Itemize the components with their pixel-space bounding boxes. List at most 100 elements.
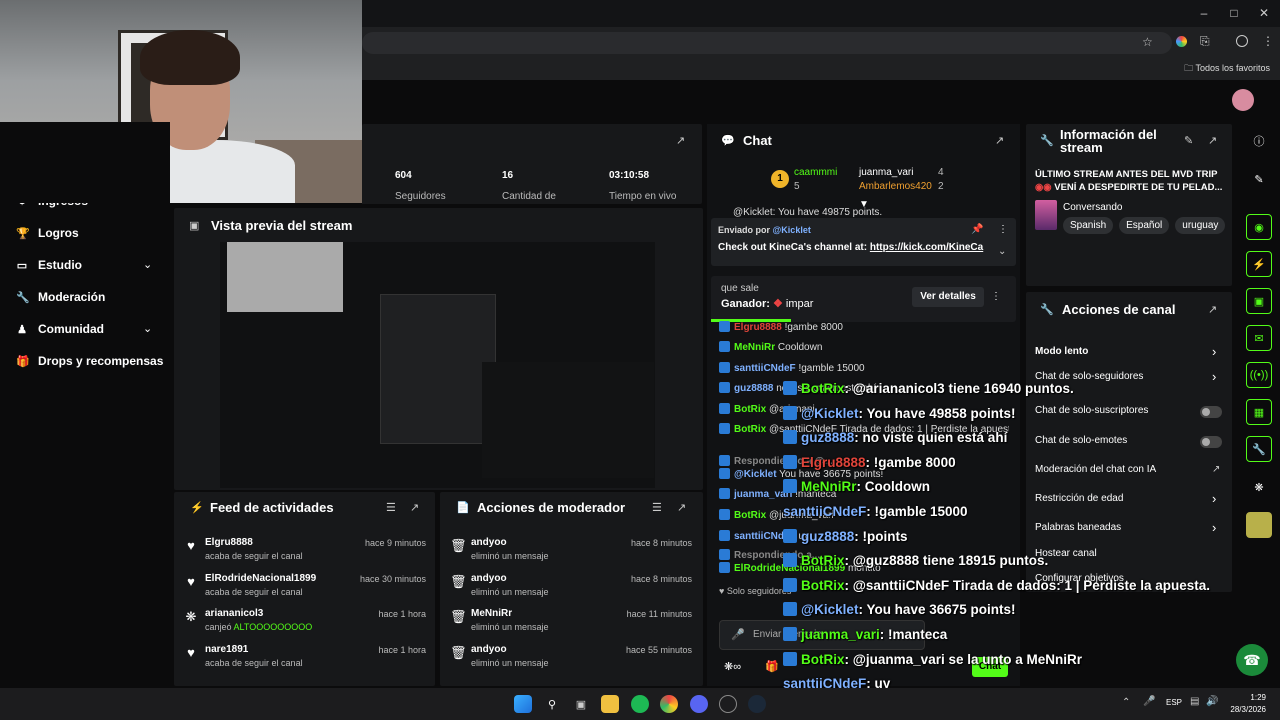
mod-row-name[interactable]: andyoo [471, 537, 507, 548]
stream-preview-video[interactable] [220, 242, 655, 488]
bookmark-folder[interactable]: 🗀 Todos los favoritos [1184, 61, 1270, 77]
chevron-down-icon[interactable]: ⌄ [143, 258, 152, 271]
file-explorer-icon[interactable] [601, 695, 619, 713]
task-view-icon[interactable]: ▣ [572, 695, 590, 713]
pin-icon[interactable]: 📌 [971, 224, 983, 235]
pinned-link[interactable]: https://kick.com/KineCa [870, 242, 983, 253]
action-item-label[interactable]: Modo lento [1035, 346, 1088, 357]
wrench-icon[interactable]: 🔧 [1246, 436, 1272, 462]
feed-row-name[interactable]: ElRodrideNacional1899 [205, 573, 316, 584]
leader-name[interactable]: juanma_vari [859, 167, 913, 178]
points-icon[interactable]: ❋∞ [724, 660, 741, 673]
expand-icon[interactable]: ↗ [995, 134, 1004, 147]
profile-icon[interactable] [1236, 35, 1248, 47]
chrome-icon[interactable] [660, 695, 678, 713]
sidebar-item-logros[interactable]: 🏆 Logros [16, 226, 79, 240]
leader-name[interactable]: caammmi [794, 167, 837, 178]
discord-icon[interactable] [690, 695, 708, 713]
address-bar[interactable] [362, 32, 1172, 54]
sidebar-item-moderacion[interactable]: 🔧 Moderación [16, 290, 105, 304]
action-item-label[interactable]: Chat de solo-emotes [1035, 435, 1127, 446]
edit-icon[interactable]: ✎ [1246, 166, 1272, 192]
chevron-up-icon[interactable]: ⌃ [1122, 697, 1130, 708]
chevron-right-icon[interactable]: › [1212, 491, 1216, 506]
tag[interactable]: uruguay [1175, 217, 1226, 234]
filter-icon[interactable]: ☰ [386, 501, 396, 514]
minimize-icon[interactable]: – [1194, 6, 1214, 20]
action-item-label[interactable]: Palabras baneadas [1035, 522, 1121, 533]
gift-icon[interactable]: 🎁 [765, 660, 779, 673]
action-item-label[interactable]: Restricción de edad [1035, 493, 1123, 504]
expand-icon[interactable]: ↗ [676, 134, 685, 147]
lightning-icon[interactable]: ⚡ [1246, 251, 1272, 277]
mod-row-name[interactable]: andyoo [471, 573, 507, 584]
chevron-right-icon[interactable]: › [1212, 369, 1216, 384]
feed-row-name[interactable]: nare1891 [205, 644, 248, 655]
kebab-menu-icon[interactable]: ⋮ [991, 291, 1001, 302]
network-icon[interactable]: ▤ [1190, 696, 1199, 707]
info-icon[interactable]: ⓘ [1246, 128, 1272, 154]
feed-row-name[interactable]: Elgru8888 [205, 537, 253, 548]
avatar[interactable] [1232, 89, 1254, 111]
points-icon[interactable]: ❋ [1246, 474, 1272, 500]
windows-start-icon[interactable] [514, 695, 532, 713]
chat-username[interactable]: BotRix [734, 424, 766, 435]
close-icon[interactable]: ✕ [1254, 6, 1274, 20]
search-icon[interactable]: ⚲ [543, 695, 561, 713]
expand-icon[interactable]: ↗ [410, 501, 419, 514]
tag[interactable]: Español [1119, 217, 1170, 234]
filter-icon[interactable]: ☰ [652, 501, 662, 514]
clock-date[interactable]: 28/3/2026 [1226, 705, 1266, 714]
tag[interactable]: Spanish [1063, 217, 1114, 234]
sidebar-item-estudio[interactable]: ▭ Estudio [16, 258, 82, 272]
star-icon[interactable]: ☆ [1142, 35, 1153, 49]
obs-icon[interactable] [719, 695, 737, 713]
chevron-right-icon[interactable]: › [1212, 344, 1216, 359]
grid-icon[interactable]: ▦ [1246, 399, 1272, 425]
chevron-down-icon[interactable]: ⌄ [143, 322, 152, 335]
action-item-label[interactable]: Moderación del chat con IA [1035, 464, 1156, 475]
external-link-icon[interactable]: ↗ [1212, 464, 1220, 475]
feed-row-name[interactable]: ariananicol3 [205, 608, 263, 619]
toggle-switch[interactable] [1200, 436, 1222, 448]
clock-time[interactable]: 1:29 [1226, 693, 1266, 702]
document-icon[interactable]: ▣ [1246, 288, 1272, 314]
category-name[interactable]: Conversando [1063, 202, 1122, 213]
language-indicator[interactable]: ESP [1166, 698, 1182, 707]
volume-icon[interactable]: 🔊 [1206, 696, 1218, 707]
chat-username[interactable]: BotRix [734, 510, 766, 521]
mod-row-name[interactable]: MeNniRr [471, 608, 512, 619]
chat-bubble-icon[interactable]: ✉ [1246, 325, 1272, 351]
chat-username[interactable]: Elgru8888 [734, 322, 782, 333]
leader-name[interactable]: Ambarlemos420 [859, 181, 932, 192]
kebab-menu-icon[interactable]: ⋮ [998, 224, 1008, 235]
expand-icon[interactable]: ↗ [1208, 303, 1217, 316]
microphone-icon[interactable]: 🎤 [1143, 696, 1155, 707]
chat-username[interactable]: MeNniRr [734, 342, 775, 353]
spotify-icon[interactable] [631, 695, 649, 713]
expand-icon[interactable]: ↗ [1208, 134, 1217, 147]
chevron-down-icon[interactable]: ⌄ [998, 246, 1006, 257]
edit-icon[interactable]: ✎ [1184, 134, 1193, 147]
chat-username[interactable]: @Kicklet [734, 469, 777, 480]
kebab-menu-icon[interactable]: ⋮ [1262, 34, 1274, 48]
support-chat-icon[interactable]: ☎ [1236, 644, 1268, 676]
microphone-icon[interactable]: 🎤 [731, 628, 745, 641]
steam-icon[interactable] [748, 695, 766, 713]
toggle-switch[interactable] [1200, 406, 1222, 418]
camera-icon[interactable]: ◉ [1246, 214, 1272, 240]
app-thumbnail-icon[interactable] [1246, 512, 1272, 538]
chat-username[interactable]: BotRix [734, 404, 766, 415]
mod-row-name[interactable]: andyoo [471, 644, 507, 655]
action-item-label[interactable]: Chat de solo-suscriptores [1035, 405, 1148, 416]
chevron-right-icon[interactable]: › [1212, 520, 1216, 535]
view-details-button[interactable]: Ver detalles [912, 287, 984, 307]
extension-icon[interactable] [1176, 36, 1187, 47]
sidebar-item-comunidad[interactable]: ♟ Comunidad [16, 322, 104, 336]
puzzle-icon[interactable]: ⎘ [1200, 34, 1210, 49]
expand-icon[interactable]: ↗ [677, 501, 686, 514]
broadcast-icon[interactable]: ((•)) [1246, 362, 1272, 388]
chat-username[interactable]: guz8888 [734, 383, 773, 394]
maximize-icon[interactable]: □ [1224, 6, 1244, 20]
chat-username[interactable]: santtiiCNdeF [734, 363, 796, 374]
